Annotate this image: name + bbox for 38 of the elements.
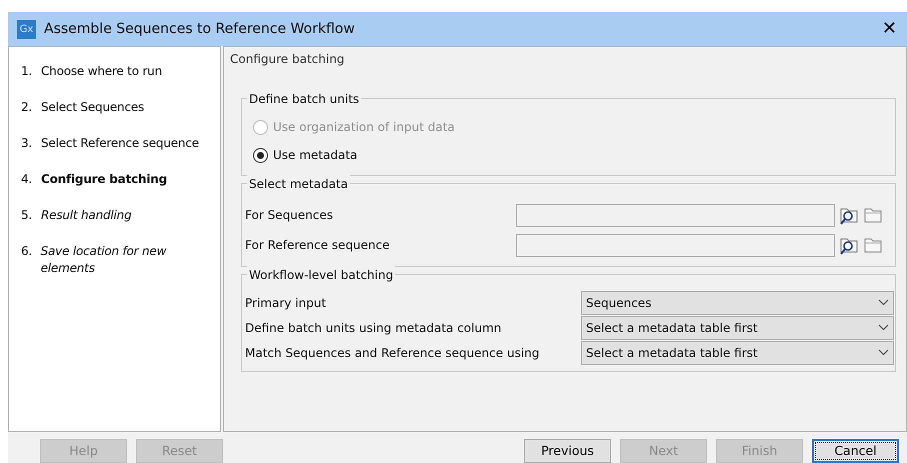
group-title: Workflow-level batching: [247, 266, 396, 284]
radio-label: Use metadata: [273, 147, 358, 164]
field-label: Define batch units using metadata column: [245, 320, 502, 336]
field-label: Primary input: [245, 294, 328, 312]
radio-label: Use organization of input data: [273, 119, 455, 136]
step-label: Configure batching: [41, 171, 168, 188]
step-label: Select Sequences: [41, 99, 144, 116]
step-label: Choose where to run: [41, 63, 162, 80]
step-label: Select Reference sequence: [41, 135, 199, 152]
dropdown[interactable]: Select a metadata table first: [581, 340, 894, 364]
field-label: Match Sequences and Reference sequence using: [245, 344, 540, 362]
step-label: Result handling: [41, 207, 132, 224]
dialog-button[interactable]: Previous: [524, 439, 611, 463]
dropdown-value: Select a metadata table first: [586, 320, 758, 336]
step-label: Save location for new elements: [40, 243, 168, 277]
field-label: For Reference sequence: [245, 237, 391, 254]
panel-title: Configure batching: [230, 51, 346, 68]
step-number: 4.: [21, 171, 33, 188]
dialog-button[interactable]: Cancel: [812, 439, 899, 463]
chevron-icon: [878, 349, 889, 356]
step-number: 5.: [21, 207, 33, 224]
step-number: 2.: [21, 99, 33, 116]
chevron-icon: [878, 299, 889, 306]
input-field[interactable]: [516, 234, 835, 256]
dropdown-value: Select a metadata table first: [586, 344, 758, 362]
dropdown[interactable]: Select a metadata table first: [581, 316, 894, 340]
close-button[interactable]: ✕: [880, 20, 899, 38]
dropdown-value: Sequences: [586, 294, 652, 312]
input-field[interactable]: [516, 204, 835, 226]
dropdown[interactable]: Sequences: [581, 290, 894, 314]
window-title: Assemble Sequences to Reference Workflow: [44, 20, 356, 38]
step-number: 1.: [21, 63, 33, 80]
step-number: 6.: [21, 243, 33, 260]
field-label: For Sequences: [245, 207, 334, 224]
chevron-icon: [878, 324, 889, 331]
app-icon: Gx: [17, 20, 36, 38]
radio-button[interactable]: [253, 148, 268, 162]
step-number: 3.: [21, 135, 33, 152]
